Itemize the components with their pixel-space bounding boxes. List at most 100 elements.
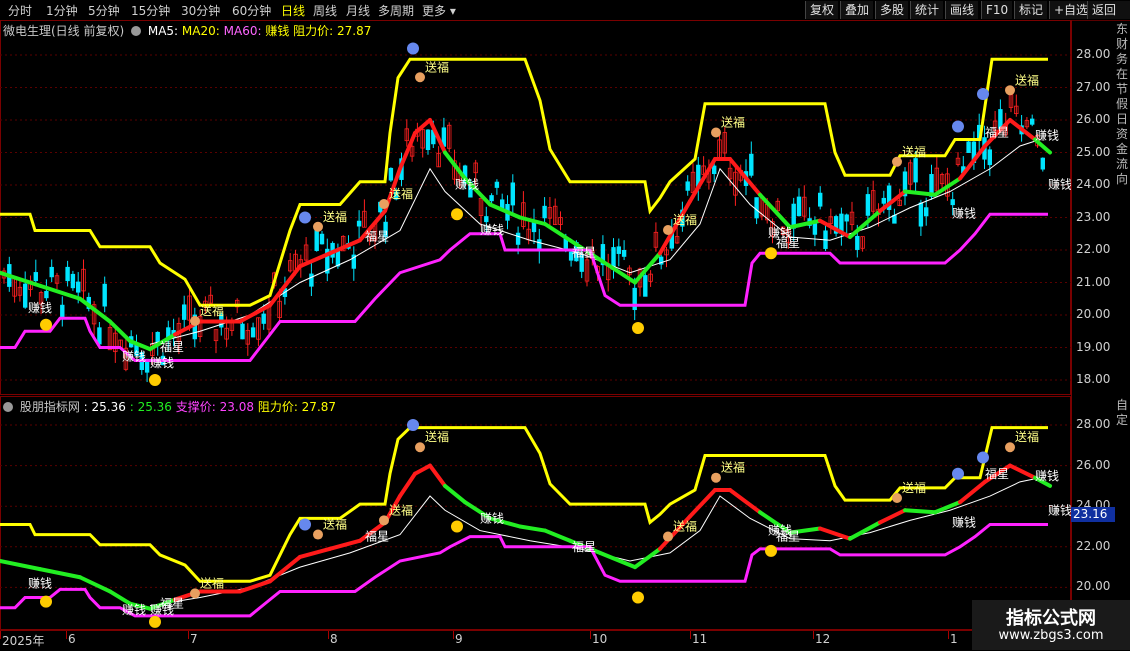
sad-face-icon — [407, 419, 419, 431]
back-button[interactable]: 返回 — [1087, 1, 1130, 19]
axis-tick-label: 18.00 — [1076, 372, 1111, 386]
mark-button[interactable]: 标记 — [1014, 1, 1048, 19]
tf-multi[interactable]: 多周期 — [378, 2, 414, 19]
indicator-chart[interactable]: 赚钱赚钱 赚钱福星送福送福福星送福送福赚钱福星送福送福赚钱福星送福赚钱福星送福赚钱… — [0, 396, 1071, 630]
side-tab-char: 资 — [1116, 127, 1129, 141]
smile-icon — [632, 322, 644, 334]
watermark-url: www.zbgs3.com — [998, 628, 1104, 643]
candle-body — [881, 197, 886, 204]
overlay-button[interactable]: 叠加 — [840, 1, 874, 19]
ma-segment — [688, 157, 717, 204]
tf-fenshi[interactable]: 分时 — [8, 2, 32, 19]
thumb-icon — [663, 225, 673, 235]
axis-tick-label: 26.00 — [1076, 457, 1111, 472]
zhuanqian-label: 赚钱 — [150, 355, 174, 370]
zhuanqian-label: 赚钱 — [28, 575, 52, 590]
side-tabs-sub[interactable]: 自定 — [1116, 398, 1130, 428]
fuxing-label: 福星 — [572, 245, 596, 260]
candle-body — [616, 246, 621, 254]
tf-daily[interactable]: 日线 — [281, 2, 305, 19]
ma-segment — [443, 483, 467, 505]
current-price-tag: 23.16 — [1071, 507, 1115, 522]
songfu-label: 送福 — [389, 186, 413, 201]
songfu-label: 送福 — [200, 575, 224, 590]
candle-body — [309, 273, 314, 287]
add-watchlist-button[interactable]: +自选 — [1049, 1, 1093, 19]
multi-stock-button[interactable]: 多股 — [875, 1, 909, 19]
ma-segment — [633, 251, 662, 285]
side-tab-char: 务 — [1116, 52, 1129, 66]
ma-segment — [518, 524, 547, 533]
thumb-icon — [415, 442, 425, 453]
thumb-icon — [313, 529, 323, 540]
stats-button[interactable]: 统计 — [910, 1, 944, 19]
candle-body — [510, 182, 515, 206]
thumb-icon — [415, 72, 425, 83]
tf-15min[interactable]: 15分钟 — [131, 2, 170, 19]
fuxing-label: 福星 — [985, 124, 1009, 139]
fuxing-label: 福星 — [160, 339, 184, 354]
fuxing-label: 福星 — [776, 235, 800, 250]
zhuanqian-label: 赚钱 — [480, 222, 504, 237]
main-price-chart[interactable]: 赚钱赚钱 赚钱福星送福送福福星送福送福赚钱赚钱福星送福送福赚钱福星送福赚钱福星送福… — [0, 20, 1071, 395]
sad-face-icon — [977, 451, 989, 464]
songfu-label: 送福 — [323, 517, 347, 532]
candle-body — [515, 232, 521, 245]
axis-tick-label: 22.00 — [1076, 538, 1111, 553]
sad-face-icon — [299, 518, 311, 531]
tf-weekly[interactable]: 周线 — [313, 2, 337, 19]
ma-segment — [598, 550, 637, 570]
sad-face-icon — [952, 467, 964, 480]
candle-body — [44, 290, 49, 299]
smile-icon — [451, 208, 463, 221]
date-tick-label: 6 — [68, 632, 76, 646]
tf-1min[interactable]: 1分钟 — [46, 2, 78, 19]
songfu-label: 送福 — [721, 115, 745, 130]
smile-icon — [149, 615, 161, 628]
candle-body — [855, 235, 860, 250]
tf-monthly[interactable]: 月线 — [346, 2, 370, 19]
candle-body — [924, 207, 929, 217]
side-tabs[interactable]: 东财务在节假日资金流向 — [1116, 22, 1130, 187]
fuquan-button[interactable]: 复权 — [805, 1, 839, 19]
candle-body — [33, 272, 38, 282]
tf-5min[interactable]: 5分钟 — [88, 2, 120, 19]
date-tick-label: 11 — [692, 632, 708, 646]
candle-body — [844, 214, 849, 222]
side-tab-char: 流 — [1116, 157, 1129, 171]
candle-body — [918, 202, 924, 227]
fuxing-label: 福星 — [365, 228, 389, 243]
f10-button[interactable]: F10 — [981, 1, 1013, 19]
candle-body — [685, 181, 690, 191]
songfu-label: 送福 — [323, 209, 347, 224]
zhuanqian-label: 赚钱 — [1035, 468, 1059, 483]
date-tick-label: 9 — [455, 632, 463, 646]
candle-body — [621, 250, 627, 257]
sad-face-icon — [952, 120, 964, 133]
top-toolbar: 分时 1分钟 5分钟 15分钟 30分钟 60分钟 日线 周线 月线 多周期 更… — [0, 0, 1130, 21]
side-tab-char: 在 — [1116, 67, 1129, 81]
axis-tick-label: 24.00 — [1076, 177, 1111, 191]
axis-tick-label: 25.00 — [1076, 144, 1111, 159]
ma-segment — [903, 508, 937, 515]
candle-body — [70, 273, 76, 289]
ma-segment — [688, 487, 717, 519]
tf-30min[interactable]: 30分钟 — [181, 2, 220, 19]
tf-more[interactable]: 更多 ▾ — [422, 2, 456, 19]
thumb-icon — [663, 531, 673, 542]
axis-tick-label: 21.00 — [1076, 274, 1111, 289]
songfu-label: 送福 — [902, 480, 926, 495]
candle-body — [494, 181, 500, 188]
smile-icon — [632, 591, 644, 604]
resistance-line — [0, 57, 1048, 307]
draw-line-button[interactable]: 画线 — [945, 1, 979, 19]
sad-face-icon — [407, 42, 419, 55]
candle-body — [102, 283, 107, 307]
sad-face-icon — [299, 211, 311, 224]
smile-icon — [765, 544, 777, 557]
axis-tick-label: 26.00 — [1076, 112, 1111, 126]
tf-60min[interactable]: 60分钟 — [232, 2, 271, 19]
thumb-icon — [190, 316, 200, 326]
candle-body — [818, 192, 823, 207]
side-tab-char: 定 — [1116, 413, 1129, 427]
